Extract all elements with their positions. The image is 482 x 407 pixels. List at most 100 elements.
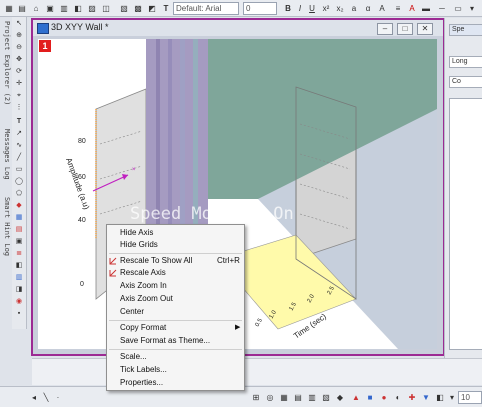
menu-item-save-format-as-theme[interactable]: Save Format as Theme... [107,335,244,347]
tool-icon[interactable]: ◫ [100,2,112,15]
tool-icon[interactable]: A [376,2,388,15]
tool-icon[interactable]: ◉ [13,297,25,307]
tool-icon[interactable]: ▩ [132,2,144,15]
tool-icon[interactable]: ▥ [306,391,318,404]
legend-icon[interactable]: ≣ [13,249,25,259]
tool-icon[interactable]: ▨ [86,2,98,15]
tool-icon[interactable]: ▾ [446,391,458,404]
tool-icon[interactable]: ▲ [350,391,362,404]
minimize-icon[interactable]: – [377,23,393,35]
tool-icon[interactable]: ◐ [392,391,404,404]
polygon-icon[interactable]: ⬠ [13,189,25,199]
layer-badge[interactable]: 1 [39,40,51,52]
rectangle-icon[interactable]: ▭ [13,165,25,175]
panel-grid[interactable] [449,98,482,350]
tool-icon[interactable]: ▪ [13,309,25,319]
maximize-icon[interactable]: □ [397,23,413,35]
graph-icon[interactable]: ▦ [13,213,25,223]
bold-icon[interactable]: B [282,2,294,15]
tool-icon[interactable]: ▧ [320,391,332,404]
menu-item-axis-zoom-out[interactable]: Axis Zoom Out [107,293,244,305]
tool-icon[interactable]: ✚ [406,391,418,404]
panel-cell[interactable]: Co [449,76,482,88]
region-icon[interactable]: ◆ [13,201,25,211]
tool-icon[interactable]: ◧ [434,391,446,404]
tool-icon[interactable]: ◧ [72,2,84,15]
menu-item-copy-format[interactable]: Copy Format ▶ [107,322,244,334]
text-icon[interactable]: T [13,117,25,127]
ellipse-icon[interactable]: ◯ [13,177,25,187]
tool-icon[interactable]: ◎ [264,391,276,404]
tool-icon[interactable]: ▦ [3,2,15,15]
size-combo[interactable]: 10 [458,391,482,404]
zoom-out-icon[interactable]: ⊖ [13,43,25,53]
tool-icon[interactable]: ◂ [28,391,40,404]
menu-item-center[interactable]: Center [107,306,244,318]
panel-header[interactable]: Spe [449,24,482,36]
menu-item-tick-labels[interactable]: Tick Labels... [107,364,244,376]
tool-icon[interactable]: ▤ [292,391,304,404]
rescale-icon [109,257,117,265]
pointer-icon[interactable]: ↖ [13,19,25,29]
curve-icon[interactable]: ∿ [13,141,25,151]
tool-icon[interactable]: ▼ [420,391,432,404]
panel-cell[interactable]: Long [449,56,482,68]
tool-icon[interactable]: ◩ [146,2,158,15]
close-icon[interactable]: ✕ [417,23,433,35]
zoom-icon[interactable]: ⊕ [13,31,25,41]
tool-icon[interactable]: ◆ [334,391,346,404]
tool-icon[interactable]: ▦ [278,391,290,404]
subscript-icon[interactable]: x₂ [334,2,346,15]
rotate-icon[interactable]: ⟳ [13,67,25,77]
font-name-combo[interactable]: Default: Arial [173,2,239,15]
layer-icon[interactable]: ◧ [13,261,25,271]
y-tick-label: 0 [80,281,84,288]
tool-icon[interactable]: ▥ [58,2,70,15]
tool-icon[interactable]: ▤ [16,2,28,15]
text-tool-icon[interactable]: T [160,2,172,15]
underline-icon[interactable]: U [306,2,318,15]
graph-window-icon [37,23,49,34]
tool-icon[interactable]: ◨ [13,285,25,295]
pan-icon[interactable]: ✥ [13,55,25,65]
tool-icon[interactable]: ▧ [118,2,130,15]
screen-reader-icon[interactable]: ✛ [13,79,25,89]
menu-item-rescale-to-show-all[interactable]: Rescale To Show All Ctrl+R [107,255,244,267]
menu-item-scale[interactable]: Scale... [107,351,244,363]
tool-icon[interactable]: ● [378,391,390,404]
menu-item-hide-grids[interactable]: Hide Grids [107,239,244,251]
line-icon[interactable]: ─ [436,2,448,15]
greek-icon[interactable]: α [362,2,374,15]
tool-icon[interactable]: · [52,391,64,404]
tool-icon[interactable]: ⊞ [250,391,262,404]
tool-icon[interactable]: ▾ [466,2,478,15]
menu-item-hide-axis[interactable]: Hide Axis [107,227,244,239]
tool-icon[interactable]: ▣ [44,2,56,15]
data-reader-icon[interactable]: ⌖ [13,91,25,101]
colorscale-icon[interactable]: ▥ [13,273,25,283]
italic-icon[interactable]: I [294,2,306,15]
tab-messages-log[interactable]: Messages Log [1,129,11,189]
window-title-bar[interactable]: 3D XYY Wall * – □ ✕ [33,20,443,36]
selector-icon[interactable]: ⋮ [13,103,25,113]
menu-item-properties[interactable]: Properties... [107,377,244,389]
superscript-icon[interactable]: x² [320,2,332,15]
image-icon[interactable]: ▣ [13,237,25,247]
tool-icon[interactable]: ╲ [40,391,52,404]
table-icon[interactable]: ▤ [13,225,25,235]
tool-icon[interactable]: ▬ [420,2,432,15]
tool-icon[interactable]: a [348,2,360,15]
arrow-icon[interactable]: ↗ [13,129,25,139]
menu-item-axis-zoom-in[interactable]: Axis Zoom In [107,280,244,292]
font-size-combo[interactable]: 0 [243,2,277,15]
tool-icon[interactable]: ▭ [452,2,464,15]
rescale-axis-icon [109,269,117,277]
tool-icon[interactable]: ≡ [392,2,404,15]
tool-icon[interactable]: ⌂ [30,2,42,15]
line-tool-icon[interactable]: ╱ [13,153,25,163]
menu-item-rescale-axis[interactable]: Rescale Axis [107,267,244,279]
tab-smart-hint-log[interactable]: Smart Hint Log [1,197,11,267]
tool-icon[interactable]: ■ [364,391,376,404]
color-icon[interactable]: A [406,2,418,15]
tab-project-explorer[interactable]: Project Explorer (2) [1,21,11,121]
